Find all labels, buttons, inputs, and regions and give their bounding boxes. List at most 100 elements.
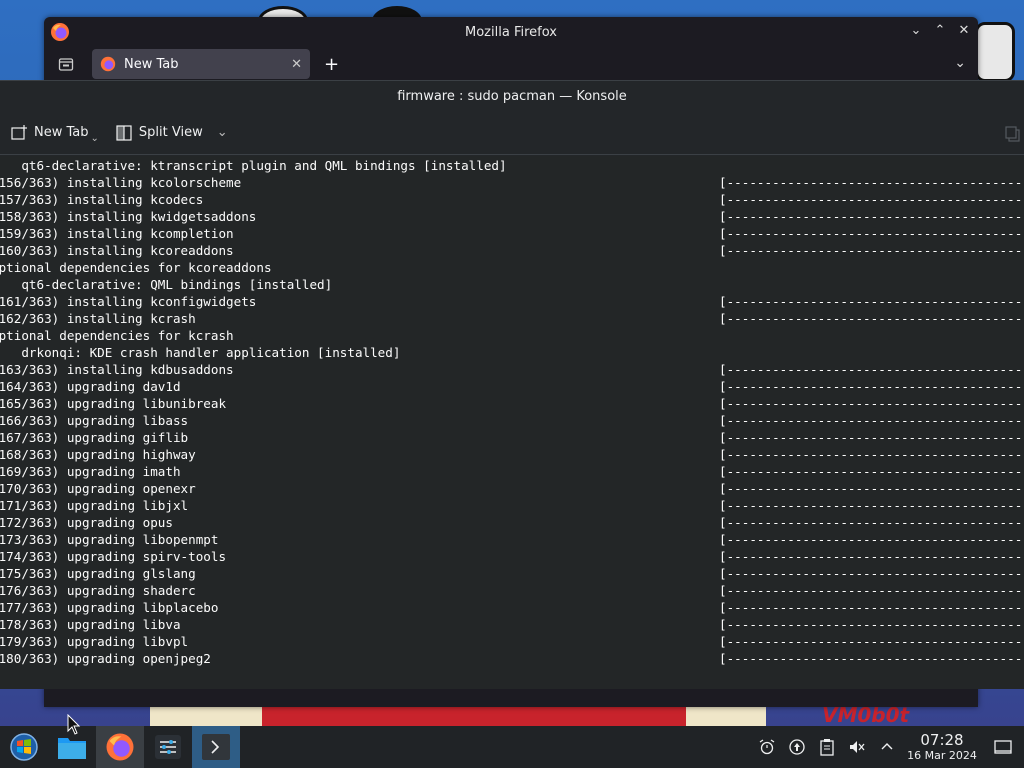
terminal-line: (161/363) installing kconfigwidgets [----…	[0, 293, 1024, 310]
taskbar: 07:28 16 Mar 2024	[0, 726, 1024, 768]
terminal-line: Optional dependencies for kcoreaddons	[0, 259, 1024, 276]
new-tab-icon	[11, 124, 27, 140]
terminal-output[interactable]: qt6-declarative: ktranscript plugin and …	[0, 156, 1024, 689]
konsole-toolbar: New Tab ⌄ Split View ⌄	[0, 111, 1024, 155]
terminal-line: (178/363) upgrading libva [--------------…	[0, 616, 1024, 633]
terminal-line: (157/363) installing kcodecs [-----------…	[0, 191, 1024, 208]
terminal-line: (170/363) upgrading openexr [------------…	[0, 480, 1024, 497]
terminal-line: (165/363) upgrading libunibreak [--------…	[0, 395, 1024, 412]
maximize-icon[interactable]: ⌃	[932, 23, 948, 39]
progress-bar-text: [---------------------------------------…	[719, 294, 1024, 309]
terminal-line-text: (157/363) installing kcodecs	[0, 192, 204, 207]
terminal-line: (169/363) upgrading imath [--------------…	[0, 463, 1024, 480]
progress-bar-text: [---------------------------------------…	[719, 413, 1024, 428]
split-view-label: Split View	[138, 125, 203, 140]
terminal-line-text: (160/363) installing kcoreaddons	[0, 243, 234, 258]
minimize-icon[interactable]: ⌄	[908, 23, 924, 39]
terminal-line-text: (169/363) upgrading imath	[0, 464, 181, 479]
update-icon[interactable]	[782, 726, 812, 768]
konsole-titlebar[interactable]: firmware : sudo pacman — Konsole	[0, 81, 1024, 111]
firefox-tab-label: New Tab	[124, 56, 179, 72]
mouse-cursor-icon	[67, 714, 81, 735]
terminal-line: (172/363) upgrading opus [---------------…	[0, 514, 1024, 531]
split-view-button[interactable]: Split View ⌄	[109, 120, 234, 146]
terminal-line-text: (167/363) upgrading giflib	[0, 430, 189, 445]
folder-icon	[58, 738, 86, 759]
firefox-logo-icon	[51, 23, 69, 41]
firefox-window-title: Mozilla Firefox	[465, 24, 557, 40]
terminal-line: (160/363) installing kcoreaddons [-------…	[0, 242, 1024, 259]
clock-time: 07:28	[920, 730, 964, 749]
terminal-line-text: (170/363) upgrading openexr	[0, 481, 196, 496]
firefox-tabbar: New Tab ✕ + ⌄	[44, 47, 978, 81]
konsole-window[interactable]: firmware : sudo pacman — Konsole New Tab…	[0, 80, 1024, 689]
terminal-line: (164/363) upgrading dav1d [--------------…	[0, 378, 1024, 395]
new-tab-plus-icon[interactable]: +	[324, 54, 339, 75]
clock-date: 16 Mar 2024	[907, 748, 977, 762]
progress-bar-text: [---------------------------------------…	[719, 549, 1024, 564]
terminal-line-text: (163/363) installing kdbusaddons	[0, 362, 234, 377]
terminal-line: (163/363) installing kdbusaddons [-------…	[0, 361, 1024, 378]
terminal-line: (176/363) upgrading shaderc [------------…	[0, 582, 1024, 599]
wallpaper-shape	[975, 22, 1015, 82]
terminal-lines: qt6-declarative: ktranscript plugin and …	[0, 157, 1024, 667]
firefox-view-icon[interactable]	[52, 50, 80, 78]
volume-muted-icon[interactable]	[842, 726, 872, 768]
terminal-line-text: Optional dependencies for kcrash	[0, 328, 234, 343]
progress-bar-text: [---------------------------------------…	[719, 175, 1024, 190]
copy-icon[interactable]	[1004, 125, 1022, 143]
progress-bar-text: [---------------------------------------…	[719, 515, 1024, 530]
terminal-line-text: (165/363) upgrading libunibreak	[0, 396, 227, 411]
progress-bar-text: [---------------------------------------…	[719, 498, 1024, 513]
terminal-line-text: (174/363) upgrading spirv-tools	[0, 549, 227, 564]
clipboard-icon[interactable]	[812, 726, 842, 768]
terminal-line: (159/363) installing kcompletion [-------…	[0, 225, 1024, 242]
terminal-line-text: (166/363) upgrading libass	[0, 413, 189, 428]
terminal-line: (174/363) upgrading spirv-tools [--------…	[0, 548, 1024, 565]
terminal-line: (158/363) installing kwidgetsaddons [----…	[0, 208, 1024, 225]
progress-bar-text: [---------------------------------------…	[719, 600, 1024, 615]
firefox-tab[interactable]: New Tab ✕	[92, 49, 310, 79]
terminal-line-text: (178/363) upgrading libva	[0, 617, 181, 632]
chevron-up-icon[interactable]	[872, 726, 902, 768]
taskbar-konsole-button[interactable]	[192, 726, 240, 768]
terminal-line: (171/363) upgrading libjxl [-------------…	[0, 497, 1024, 514]
terminal-line: (180/363) upgrading openjpeg2 [----------…	[0, 650, 1024, 667]
close-icon[interactable]: ✕	[956, 23, 972, 39]
progress-bar-text: [---------------------------------------…	[719, 362, 1024, 377]
progress-bar-text: [---------------------------------------…	[719, 226, 1024, 241]
list-all-tabs-icon[interactable]: ⌄	[954, 55, 966, 71]
terminal-line-text: (162/363) installing kcrash	[0, 311, 196, 326]
terminal-line: (177/363) upgrading libplacebo [---------…	[0, 599, 1024, 616]
terminal-line-text: Optional dependencies for kcoreaddons	[0, 260, 272, 275]
show-desktop-icon[interactable]	[982, 726, 1024, 768]
terminal-line-text: (168/363) upgrading highway	[0, 447, 196, 462]
progress-bar-text: [---------------------------------------…	[719, 209, 1024, 224]
taskbar-system-settings-button[interactable]	[144, 726, 192, 768]
new-tab-button[interactable]: New Tab ⌄	[4, 120, 105, 146]
progress-bar-text: [---------------------------------------…	[719, 464, 1024, 479]
terminal-line-text: qt6-declarative: ktranscript plugin and …	[0, 158, 507, 173]
terminal-line-text: (175/363) upgrading glslang	[0, 566, 196, 581]
system-tray: 07:28 16 Mar 2024	[752, 726, 1024, 768]
alarm-icon[interactable]	[752, 726, 782, 768]
progress-bar-text: [---------------------------------------…	[719, 583, 1024, 598]
terminal-line-text: (161/363) installing kconfigwidgets	[0, 294, 257, 309]
firefox-icon	[106, 733, 134, 761]
terminal-line: Optional dependencies for kcrash	[0, 327, 1024, 344]
taskbar-firefox-button[interactable]	[96, 726, 144, 768]
split-view-icon	[116, 124, 132, 141]
digital-clock[interactable]: 07:28 16 Mar 2024	[902, 730, 982, 763]
firefox-titlebar[interactable]: Mozilla Firefox ⌄ ⌃ ✕	[44, 17, 978, 47]
terminal-line-text: (176/363) upgrading shaderc	[0, 583, 196, 598]
terminal-line: (156/363) installing kcolorscheme [------…	[0, 174, 1024, 191]
konsole-window-title: firmware : sudo pacman — Konsole	[397, 88, 627, 104]
terminal-line-text: (159/363) installing kcompletion	[0, 226, 234, 241]
progress-bar-text: [---------------------------------------…	[719, 396, 1024, 411]
terminal-line: (162/363) installing kcrash [------------…	[0, 310, 1024, 327]
close-tab-icon[interactable]: ✕	[291, 57, 302, 72]
terminal-line-text: (164/363) upgrading dav1d	[0, 379, 181, 394]
terminal-line-text: (173/363) upgrading libopenmpt	[0, 532, 219, 547]
application-launcher-button[interactable]	[0, 726, 48, 768]
firefox-tab-favicon-icon	[100, 56, 116, 72]
